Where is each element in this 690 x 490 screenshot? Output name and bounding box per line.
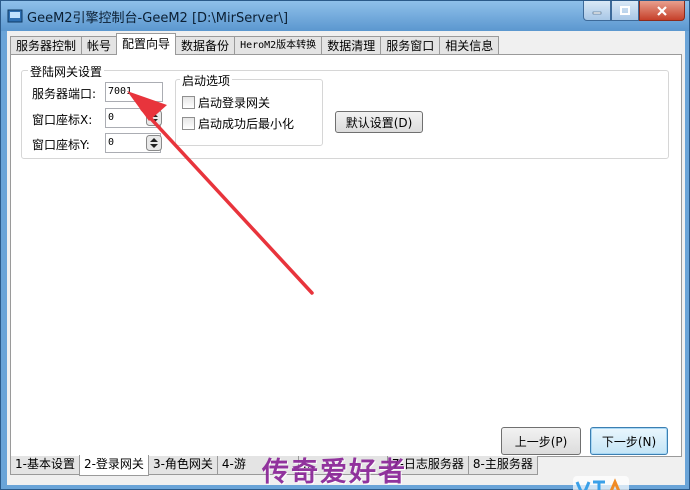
next-step-button[interactable]: 下一步(N): [590, 427, 668, 455]
minimize-after-start-checkbox[interactable]: 启动成功后最小化: [182, 115, 294, 132]
title-bar[interactable]: GeeM2引擎控制台-GeeM2 [D:\MirServer\]: [1, 1, 689, 31]
startup-options-title: 启动选项: [180, 72, 233, 89]
tab-config-wizard[interactable]: 配置向导: [116, 33, 177, 55]
startup-options-group: 启动选项 启动登录网关 启动成功后最小化: [175, 72, 323, 146]
tab-basic-settings[interactable]: 1-基本设置: [10, 456, 80, 475]
maximize-icon: [620, 6, 630, 15]
app-icon: [7, 9, 23, 23]
tab-data-backup[interactable]: 数据备份: [175, 36, 236, 55]
close-icon: [657, 5, 667, 16]
window-y-label: 窗口座标Y:: [32, 138, 90, 152]
maximize-button[interactable]: [611, 1, 639, 21]
tab-server-control[interactable]: 服务器控制: [10, 36, 83, 55]
main-window: GeeM2引擎控制台-GeeM2 [D:\MirServer\] 服务器控制 帐…: [0, 0, 690, 490]
window-x-spinner-icon[interactable]: [146, 110, 162, 126]
window-title: GeeM2引擎控制台-GeeM2 [D:\MirServer\]: [27, 11, 289, 26]
close-button[interactable]: [639, 1, 685, 21]
tab-related-info[interactable]: 相关信息: [439, 36, 500, 55]
login-gateway-group: 登陆网关设置 服务器端口: 7001 窗口座标X: 0 窗口座标Y: 0 启动选…: [21, 63, 669, 159]
default-settings-button[interactable]: 默认设置(D): [335, 111, 423, 133]
tab-main-server[interactable]: 8-主服务器: [467, 456, 538, 475]
window-x-label: 窗口座标X:: [32, 113, 93, 127]
port-label: 服务器端口:: [32, 87, 97, 101]
tab-service-window[interactable]: 服务窗口: [380, 36, 441, 55]
top-tab-strip: 服务器控制 帐号 配置向导 数据备份 HeroM2版本转换 数据清理 服务窗口 …: [10, 33, 500, 55]
tab-role-gateway[interactable]: 3-角色网关: [147, 456, 218, 475]
tab-login-gateway[interactable]: 2-登录网关: [78, 455, 149, 476]
minimize-icon: [592, 11, 602, 14]
client-area: 服务器控制 帐号 配置向导 数据备份 HeroM2版本转换 数据清理 服务窗口 …: [7, 31, 685, 490]
watermark-text: 传奇爱好者: [262, 457, 407, 488]
config-wizard-panel: 登陆网关设置 服务器端口: 7001 窗口座标X: 0 窗口座标Y: 0 启动选…: [10, 54, 682, 457]
minimize-button[interactable]: [583, 1, 611, 21]
start-gateway-label: 启动登录网关: [198, 96, 271, 110]
start-gateway-checkbox[interactable]: 启动登录网关: [182, 94, 270, 111]
checkbox-box: [182, 96, 195, 109]
prev-step-button[interactable]: 上一步(P): [501, 427, 581, 455]
tab-herom2-convert[interactable]: HeroM2版本转换: [234, 36, 323, 55]
checkbox-box: [182, 117, 195, 130]
tab-account[interactable]: 帐号: [81, 36, 118, 55]
tab-data-cleanup[interactable]: 数据清理: [321, 36, 382, 55]
site-logo-icon: [573, 476, 629, 490]
window-y-spinner-icon[interactable]: [146, 135, 162, 151]
port-input[interactable]: 7001: [105, 82, 163, 102]
minimize-after-start-label: 启动成功后最小化: [198, 117, 295, 131]
login-gateway-group-title: 登陆网关设置: [28, 63, 105, 80]
